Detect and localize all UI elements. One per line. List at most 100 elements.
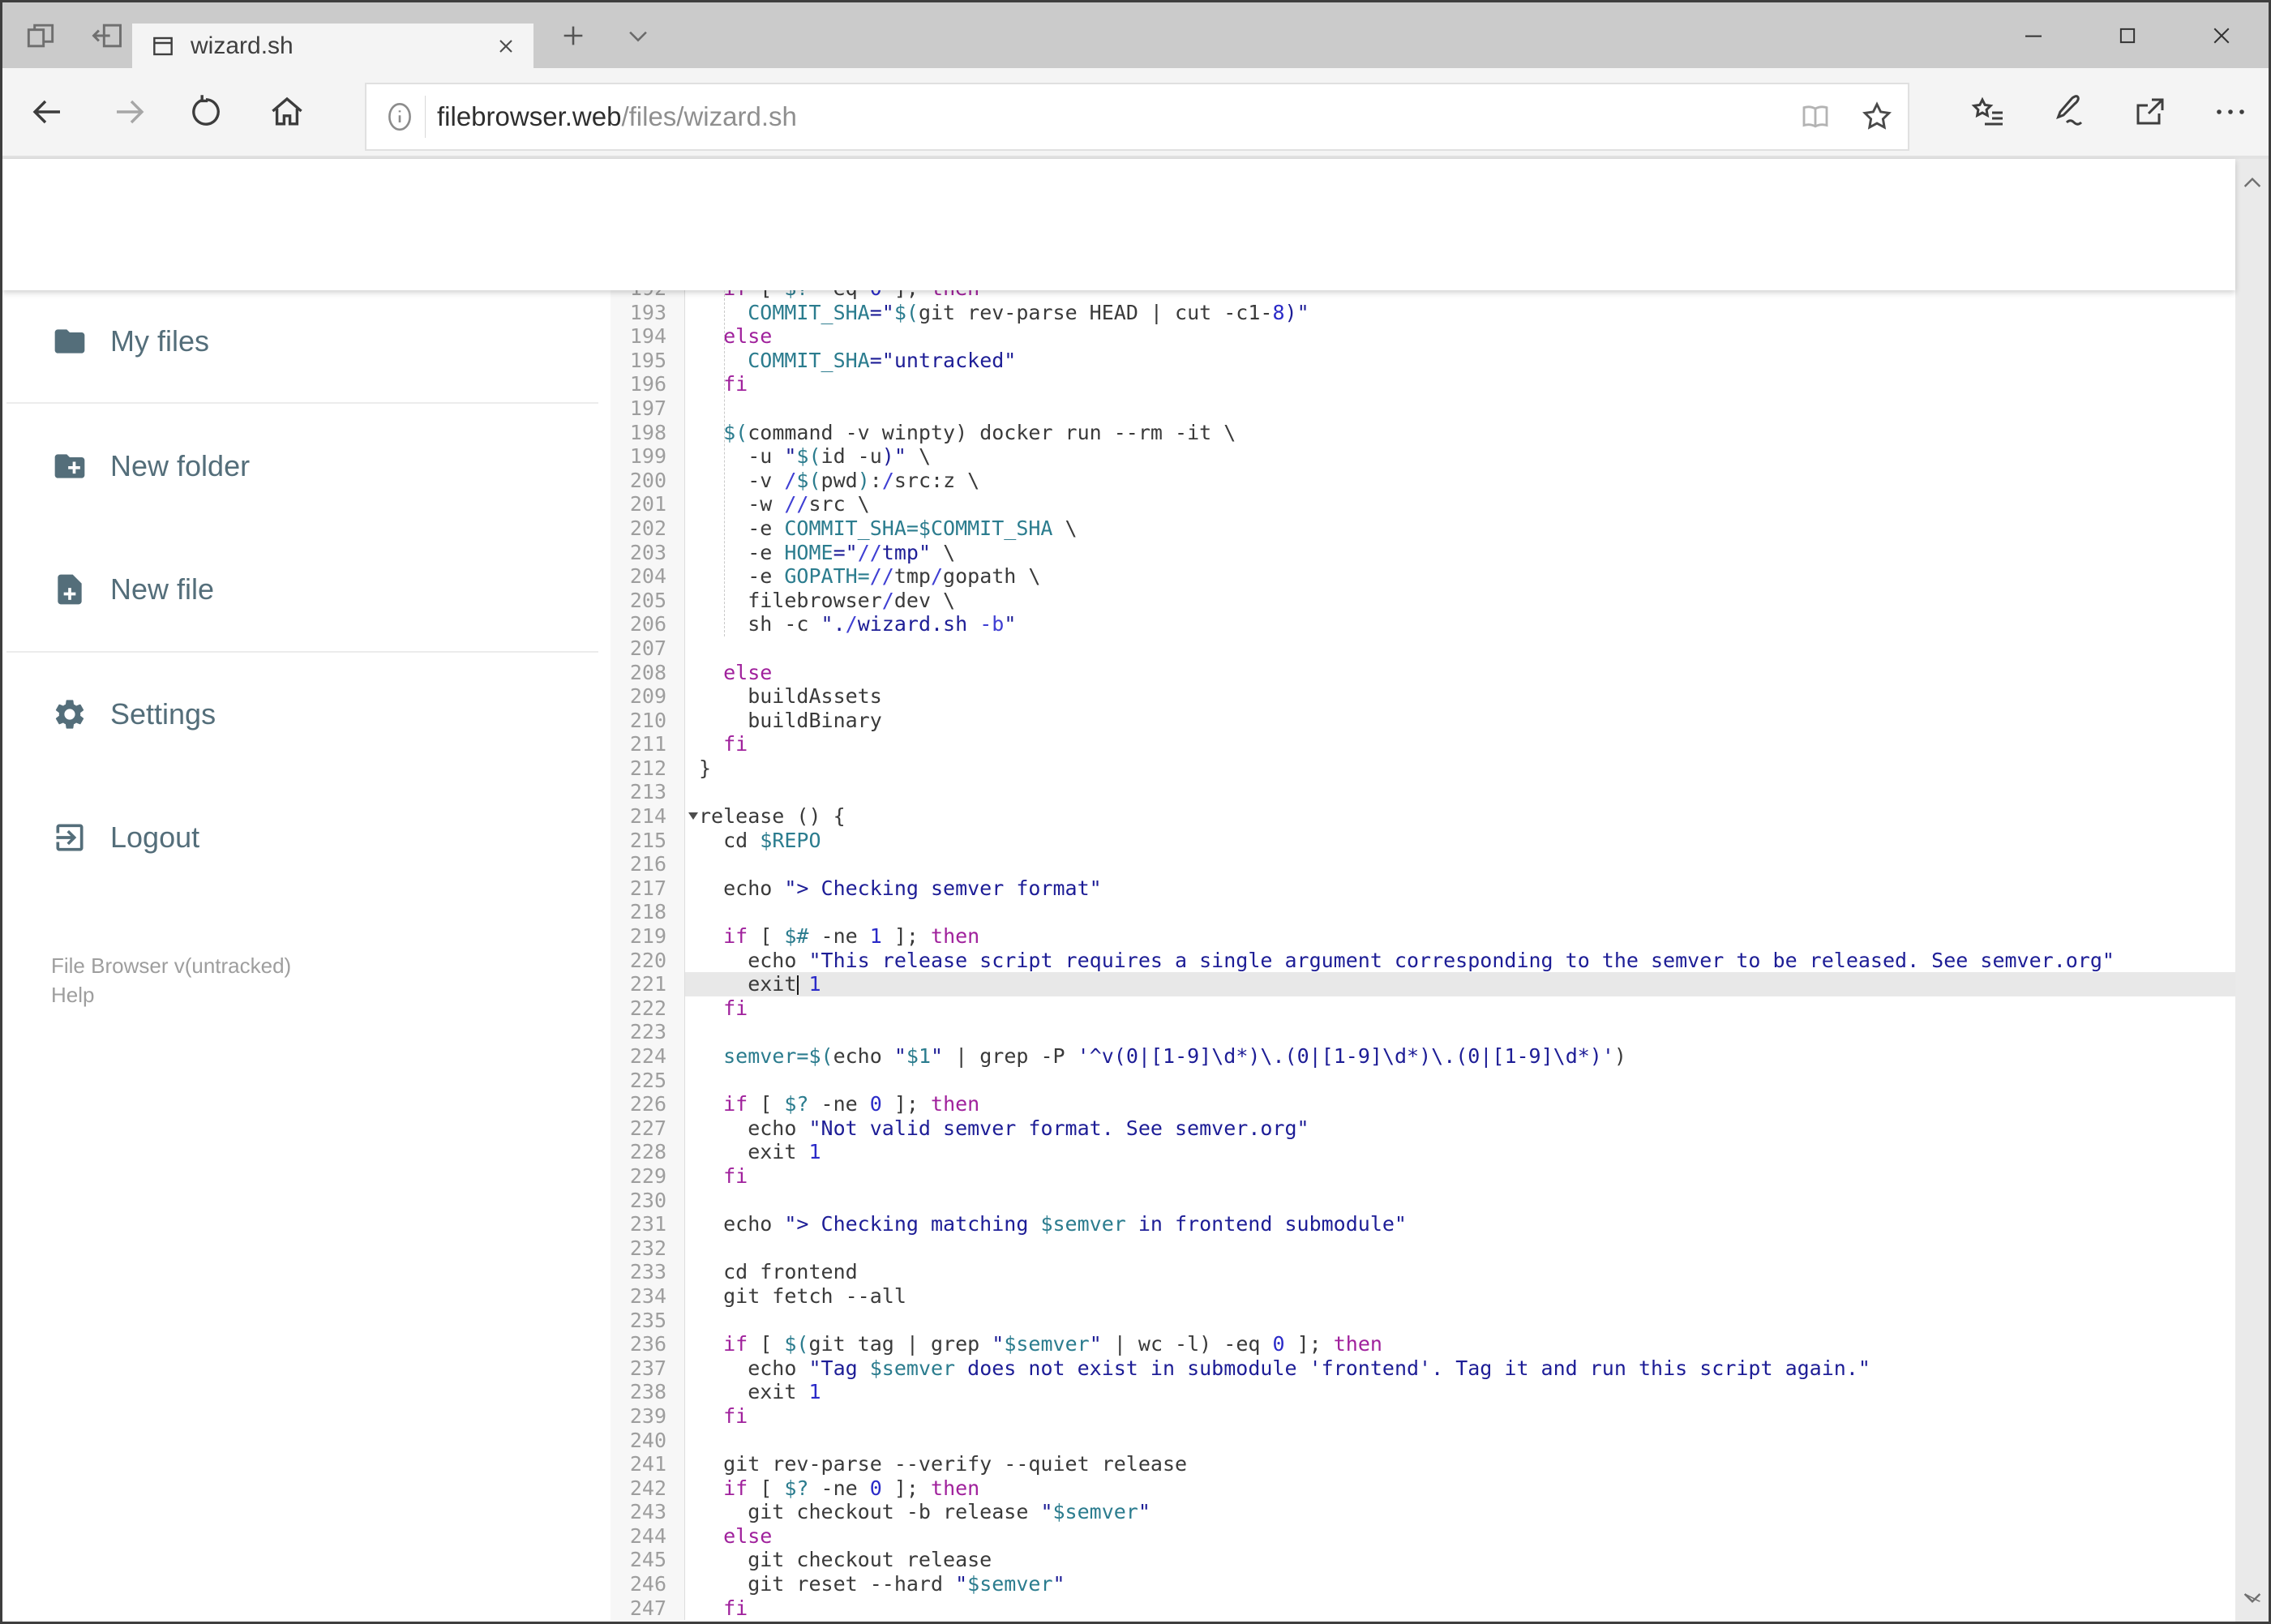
code-line[interactable]: 245 git checkout release: [611, 1548, 2235, 1573]
scroll-down-button[interactable]: [2235, 1573, 2269, 1622]
code-line[interactable]: 216: [611, 852, 2235, 876]
tab-preview-button[interactable]: [609, 2, 667, 68]
code-line[interactable]: 234 git fetch --all: [611, 1283, 2235, 1309]
code-line[interactable]: 213: [611, 780, 2235, 805]
back-button[interactable]: [11, 68, 84, 156]
code-line[interactable]: 235: [611, 1308, 2235, 1333]
minimize-button[interactable]: [1986, 2, 2080, 68]
code-line[interactable]: 223: [611, 1020, 2235, 1044]
sidebar-item-settings[interactable]: Settings: [0, 679, 600, 749]
code-line[interactable]: 226 if [ $? -ne 0 ]; then: [611, 1092, 2235, 1116]
site-info-icon[interactable]: [383, 100, 417, 134]
sidebar-item-new-folder[interactable]: New folder: [0, 431, 600, 501]
home-button[interactable]: [251, 68, 324, 156]
code-line[interactable]: 237 echo "Tag $semver does not exist in …: [611, 1356, 2235, 1381]
code-line[interactable]: 192 if [ $? -eq 0 ]; then: [611, 290, 2235, 301]
code-line[interactable]: 198 $(command -v winpty) docker run --rm…: [611, 420, 2235, 445]
tabs-set-aside-button[interactable]: [75, 2, 139, 68]
new-tab-button[interactable]: [544, 2, 602, 68]
code-text: -e HOME="//tmp" \: [699, 540, 956, 564]
line-number: 241: [611, 1452, 685, 1476]
code-line[interactable]: 224 semver=$(echo "$1" | grep -P '^v(0|[…: [611, 1044, 2235, 1069]
code-line[interactable]: 207: [611, 636, 2235, 661]
code-line[interactable]: 195 COMMIT_SHA="untracked": [611, 348, 2235, 373]
code-line[interactable]: 196 fi: [611, 372, 2235, 396]
code-line[interactable]: 222 fi: [611, 996, 2235, 1021]
code-line[interactable]: 247 fi: [611, 1596, 2235, 1621]
code-line[interactable]: 230: [611, 1188, 2235, 1213]
window-controls: [1986, 2, 2269, 68]
code-line[interactable]: 228 exit 1: [611, 1140, 2235, 1164]
code-line[interactable]: 243 git checkout -b release "$semver": [611, 1500, 2235, 1524]
code-line[interactable]: 238 exit 1: [611, 1380, 2235, 1404]
code-line[interactable]: 220 echo "This release script requires a…: [611, 948, 2235, 973]
code-line[interactable]: 199 -u "$(id -u)" \: [611, 444, 2235, 469]
code-line[interactable]: 214 release () {: [611, 804, 2235, 829]
close-window-button[interactable]: [2175, 2, 2269, 68]
code-line[interactable]: 201 -w //src \: [611, 492, 2235, 516]
code-line[interactable]: 227 echo "Not valid semver format. See s…: [611, 1116, 2235, 1141]
scroll-up-button[interactable]: [2235, 159, 2269, 208]
code-line[interactable]: 203 -e HOME="//tmp" \: [611, 540, 2235, 565]
code-line[interactable]: 233 cd frontend: [611, 1260, 2235, 1284]
maximize-button[interactable]: [2080, 2, 2175, 68]
share-button[interactable]: [2113, 68, 2186, 156]
fold-marker-icon[interactable]: [688, 812, 698, 821]
code-line[interactable]: 200 -v /$(pwd):/src:z \: [611, 468, 2235, 493]
forward-button[interactable]: [93, 68, 166, 156]
code-text: semver=$(echo "$1" | grep -P '^v(0|[1-9]…: [723, 1044, 1626, 1068]
refresh-button[interactable]: [169, 68, 242, 156]
more-menu-button[interactable]: [2194, 68, 2267, 156]
sidebar-item-logout[interactable]: Logout: [0, 803, 600, 872]
code-line[interactable]: 232: [611, 1236, 2235, 1261]
code-line[interactable]: 202 -e COMMIT_SHA=$COMMIT_SHA \: [611, 516, 2235, 541]
code-line[interactable]: 209 buildAssets: [611, 684, 2235, 709]
page-scrollbar[interactable]: [2235, 159, 2269, 1622]
tab-close-icon[interactable]: [495, 35, 517, 58]
set-tabs-aside-button[interactable]: [9, 2, 72, 68]
sidebar-item-new-file[interactable]: New file: [0, 555, 600, 624]
favorite-button[interactable]: [1846, 99, 1908, 135]
code-line[interactable]: 193 COMMIT_SHA="$(git rev-parse HEAD | c…: [611, 300, 2235, 325]
code-text: if [ $# -ne 1 ]; then: [723, 924, 980, 949]
code-line[interactable]: 211 fi: [611, 732, 2235, 756]
code-line[interactable]: 239 fi: [611, 1403, 2235, 1429]
code-line[interactable]: 210 buildBinary: [611, 708, 2235, 733]
code-line[interactable]: 206 sh -c "./wizard.sh -b": [611, 612, 2235, 636]
code-line[interactable]: 242 if [ $? -ne 0 ]; then: [611, 1476, 2235, 1501]
annotate-button[interactable]: [2032, 68, 2105, 156]
code-line[interactable]: 236 if [ $(git tag | grep "$semver" | wc…: [611, 1332, 2235, 1356]
code-line[interactable]: 204 -e GOPATH=//tmp/gopath \: [611, 564, 2235, 589]
tab-title: wizard.sh: [191, 32, 294, 59]
sidebar-item-my-files[interactable]: My files: [0, 306, 600, 376]
help-link[interactable]: Help: [51, 983, 94, 1008]
code-line[interactable]: 221 exit 1: [611, 972, 2235, 996]
code-line[interactable]: 244 else: [611, 1523, 2235, 1549]
reading-view-button[interactable]: [1785, 100, 1846, 134]
code-line[interactable]: 225: [611, 1068, 2235, 1093]
line-number: 200: [611, 468, 685, 493]
address-bar[interactable]: filebrowser.web/files/wizard.sh: [365, 83, 1909, 151]
code-line[interactable]: 240: [611, 1428, 2235, 1453]
code-line[interactable]: 208 else: [611, 660, 2235, 685]
code-line[interactable]: 197: [611, 396, 2235, 421]
new-folder-icon: [52, 448, 88, 484]
code-line[interactable]: 218: [611, 900, 2235, 925]
code-line[interactable]: 205 filebrowser/dev \: [611, 588, 2235, 613]
hub-favorites-button[interactable]: [1952, 68, 2025, 156]
code-line[interactable]: 241 git rev-parse --verify --quiet relea…: [611, 1452, 2235, 1476]
code-line[interactable]: 229 fi: [611, 1163, 2235, 1189]
code-line[interactable]: 219 if [ $# -ne 1 ]; then: [611, 924, 2235, 949]
code-line[interactable]: 194 else: [611, 324, 2235, 349]
code-text: if [ $(git tag | grep "$semver" | wc -l)…: [723, 1332, 1382, 1356]
code-line[interactable]: 212}: [611, 756, 2235, 781]
code-editor[interactable]: 192 if [ $? -eq 0 ]; then193 COMMIT_SHA=…: [611, 290, 2235, 1624]
code-line[interactable]: 217 echo "> Checking semver format": [611, 876, 2235, 901]
line-number: 193: [611, 300, 685, 325]
code-line[interactable]: 231 echo "> Checking matching $semver in…: [611, 1212, 2235, 1236]
line-number: 222: [611, 996, 685, 1021]
browser-tab[interactable]: wizard.sh: [132, 24, 533, 68]
code-line[interactable]: 215 cd $REPO: [611, 828, 2235, 853]
code-line[interactable]: 246 git reset --hard "$semver": [611, 1572, 2235, 1596]
